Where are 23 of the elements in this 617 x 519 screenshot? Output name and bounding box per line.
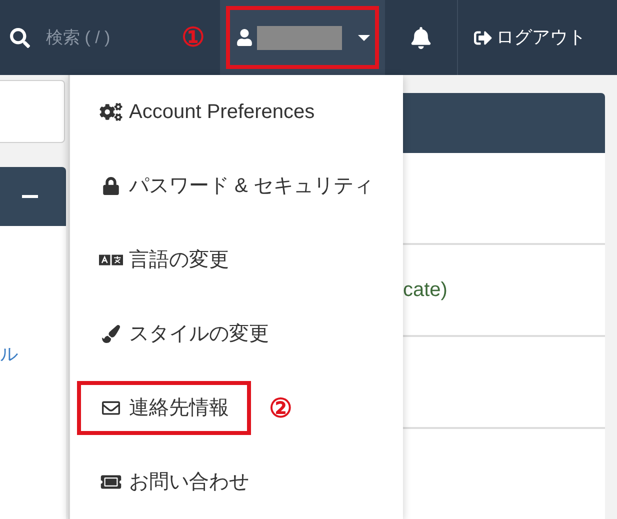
gears-icon	[99, 103, 123, 121]
menu-item[interactable]: 言語の変更	[79, 235, 249, 285]
menu-item[interactable]: 連絡先情報	[79, 383, 249, 433]
table-cell-text: cate)	[403, 278, 448, 303]
user-icon	[236, 29, 252, 46]
bell-icon[interactable]	[410, 26, 432, 48]
menu-item[interactable]: お問い合わせ	[79, 457, 269, 507]
menu-item[interactable]: パスワード & セキュリティ	[79, 161, 394, 211]
logout-icon	[474, 28, 492, 46]
caret-icon	[358, 34, 370, 40]
user-menu-button[interactable]	[220, 0, 385, 75]
link[interactable]: ル	[0, 344, 18, 364]
annotation-number: ①	[182, 21, 204, 54]
envelope-icon	[99, 399, 123, 417]
menu-item[interactable]: Account Preferences	[79, 87, 335, 137]
input-field[interactable]	[0, 80, 65, 143]
search-field[interactable]: 検索 ( / )	[46, 24, 166, 50]
brush-icon	[99, 325, 123, 343]
ticket-icon	[99, 473, 123, 491]
menu-item[interactable]: スタイルの変更	[79, 309, 289, 359]
search-icon[interactable]	[10, 28, 30, 48]
annotation-number: ②	[269, 392, 292, 424]
logout-button[interactable]: ログアウト	[474, 24, 586, 51]
